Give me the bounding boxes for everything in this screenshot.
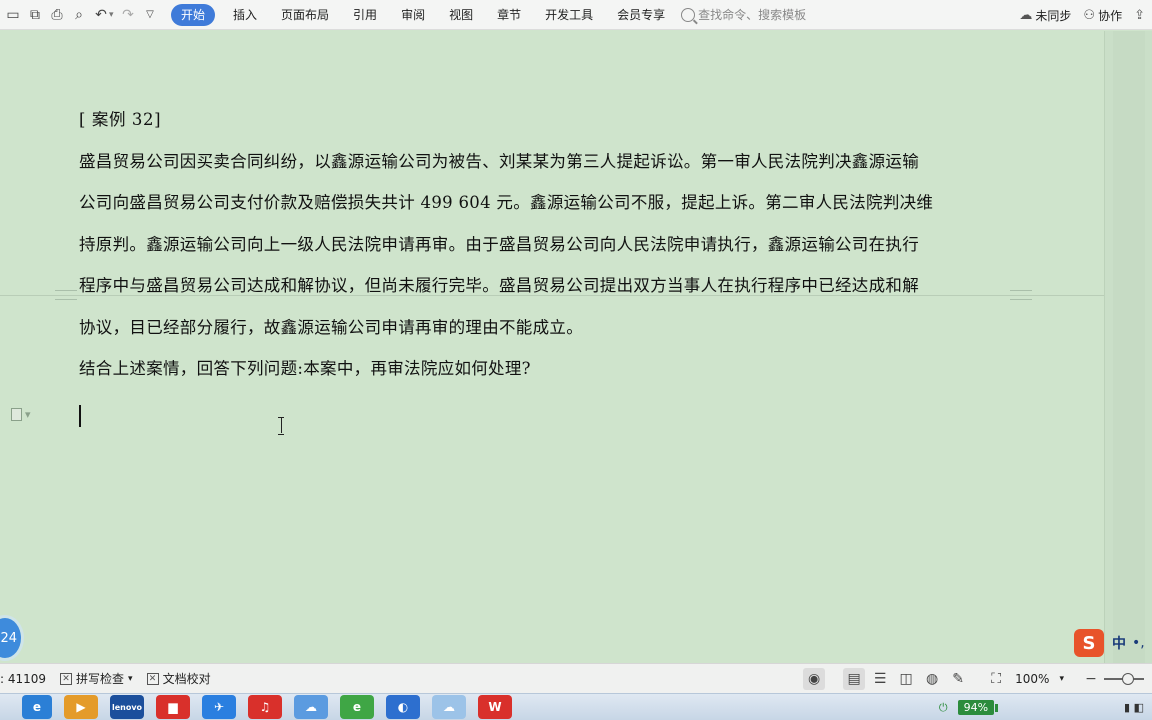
word-count[interactable]: : 41109 (0, 672, 46, 686)
blue-app-icon[interactable]: ◐ (386, 695, 420, 719)
redo-icon[interactable]: ↷ (117, 4, 139, 26)
zoom-level[interactable]: 100% (1015, 672, 1049, 686)
case-title: [ 案例 32] (79, 110, 162, 129)
tray-icons[interactable]: ▮ ◧ (1124, 701, 1144, 714)
ribbon-bar: ▭ ⧉ ⎙ ⌕ ↶ ▾ ↷ ▽ 开始 插入 页面布局 引用 审阅 视图 章节 开… (0, 0, 1152, 30)
feishu-icon[interactable]: ✈ (202, 695, 236, 719)
tab-page-layout[interactable]: 页面布局 (269, 4, 341, 26)
tab-review[interactable]: 审阅 (389, 4, 437, 26)
chevron-down-icon[interactable]: ▾ (1059, 674, 1064, 684)
command-search[interactable]: 查找命令、搜索模板 (681, 6, 806, 23)
tab-view[interactable]: 视图 (437, 4, 485, 26)
fit-page-icon[interactable]: ⛶ (985, 668, 1007, 690)
collaborate-button[interactable]: ⚇ 协作 (1083, 7, 1122, 24)
collab-label: 协作 (1098, 8, 1123, 23)
tab-section[interactable]: 章节 (485, 4, 533, 26)
tab-insert[interactable]: 插入 (221, 4, 269, 26)
netease-music-icon[interactable]: ♫ (248, 695, 282, 719)
side-panel-strip (1113, 31, 1145, 663)
outline-view-icon[interactable]: ☰ (869, 668, 891, 690)
export-icon[interactable]: ⧉ (24, 4, 46, 26)
red-app-icon[interactable]: ▆ (156, 695, 190, 719)
paragraph-line: 协议，目已经部分履行，故鑫源运输公司申请再审的理由不能成立。 (79, 317, 583, 337)
chevron-down-icon: ▾ (128, 673, 133, 684)
search-icon (681, 7, 696, 22)
web-view-icon[interactable]: ◍ (921, 668, 943, 690)
sync-label: 未同步 (1035, 8, 1072, 23)
search-placeholder: 查找命令、搜索模板 (698, 8, 807, 22)
margin-marker-left (55, 290, 77, 300)
paragraph-line: 程序中与盛昌贸易公司达成和解协议，但尚未履行完毕。盛昌贸易公司提出双方当事人在执… (79, 276, 919, 295)
share-icon[interactable]: ⇪ (1134, 8, 1148, 23)
proof-icon: ✕ (146, 672, 159, 685)
tab-start[interactable]: 开始 (171, 3, 216, 26)
reading-view-icon[interactable]: ◫ (895, 668, 917, 690)
cloud-app-icon[interactable]: ☁ (432, 695, 466, 719)
eye-protection-icon[interactable]: ◉ (803, 668, 826, 690)
spell-check-icon: ✕ (60, 672, 73, 685)
user-icon: ⚇ (1083, 7, 1096, 23)
page-view-icon[interactable]: ▤ (843, 668, 866, 690)
print-icon[interactable]: ⎙ (46, 4, 68, 26)
doc-proof-button[interactable]: ✕ 文档校对 (146, 670, 211, 687)
system-tray: ⏻ 94% ▮ ◧ (939, 694, 1152, 720)
zoom-out-icon[interactable]: − (1080, 668, 1102, 690)
status-bar: : 41109 ✕ 拼写检查 ▾ ✕ 文档校对 ◉ ▤ ☰ ◫ ◍ ✎ ⛶ 10… (0, 663, 1152, 693)
wps-writer-icon[interactable]: W (478, 695, 512, 719)
ribbon-tabs: 开始 插入 页面布局 引用 审阅 视图 章节 开发工具 会员专享 (171, 3, 677, 26)
right-side-panel (1104, 31, 1152, 663)
question-line: 结合上述案情，回答下列问题:本案中，再审法院应如何处理? (79, 359, 531, 378)
tab-references[interactable]: 引用 (341, 4, 389, 26)
paragraph-layout-icon[interactable]: ▾ (11, 407, 39, 421)
green-browser-icon[interactable]: e (340, 695, 374, 719)
customize-dropdown-icon[interactable]: ▽ (139, 4, 161, 26)
zoom-slider[interactable] (1104, 673, 1144, 685)
ime-toolbar[interactable]: S 中 •, (1074, 628, 1152, 658)
media-player-icon[interactable]: ▶ (64, 695, 98, 719)
quick-access-toolbar: ▭ ⧉ ⎙ ⌕ ↶ ▾ ↷ ▽ (2, 4, 161, 26)
text-caret (79, 405, 81, 427)
paragraph-line: 公司向盛昌贸易公司支付价款及赔偿损失共计 499 604 元。鑫源运输公司不服，… (79, 193, 934, 212)
doc-proof-label: 文档校对 (162, 672, 211, 686)
spell-check-button[interactable]: ✕ 拼写检查 ▾ (60, 670, 133, 687)
save-icon[interactable]: ▭ (2, 4, 24, 26)
print-preview-icon[interactable]: ⌕ (68, 4, 90, 26)
undo-dropdown-icon[interactable]: ▾ (109, 10, 117, 20)
write-mode-icon[interactable]: ✎ (947, 668, 969, 690)
paragraph-line: 持原判。鑫源运输公司向上一级人民法院申请再审。由于盛昌贸易公司向人民法院申请执行… (79, 234, 919, 254)
cloud-icon: ☁ (1019, 7, 1033, 23)
tab-member[interactable]: 会员专享 (605, 4, 677, 26)
taskbar: e ▶ lenovo ▆ ✈ ♫ ☁ e ◐ ☁ W ⏻ 94% ▮ ◧ (0, 693, 1152, 720)
battery-indicator[interactable]: 94% (957, 700, 999, 715)
ibeam-cursor-icon (278, 417, 284, 435)
power-icon[interactable]: ⏻ (939, 701, 948, 715)
baidu-netdisk-icon[interactable]: ☁ (294, 695, 328, 719)
tab-developer[interactable]: 开发工具 (533, 4, 605, 26)
lenovo-app-icon[interactable]: lenovo (110, 695, 144, 719)
ie-browser-icon[interactable]: e (22, 695, 52, 719)
spell-check-label: 拼写检查 (76, 672, 125, 686)
ime-punctuation-indicator[interactable]: •, (1132, 635, 1145, 651)
sync-status-button[interactable]: ☁ 未同步 (1019, 7, 1071, 24)
document-content[interactable]: [ 案例 32] 盛昌贸易公司因买卖合同纠纷，以鑫源运输公司为被告、刘某某为第三… (79, 108, 1009, 399)
zoom-slider-knob[interactable] (1122, 673, 1134, 685)
sogou-logo-icon[interactable]: S (1074, 629, 1104, 657)
margin-marker-right (1010, 290, 1032, 300)
paragraph-line: 盛昌贸易公司因买卖合同纠纷，以鑫源运输公司为被告、刘某某为第三人提起诉讼。第一审… (79, 151, 919, 171)
ime-mode-indicator[interactable]: 中 (1112, 633, 1126, 653)
